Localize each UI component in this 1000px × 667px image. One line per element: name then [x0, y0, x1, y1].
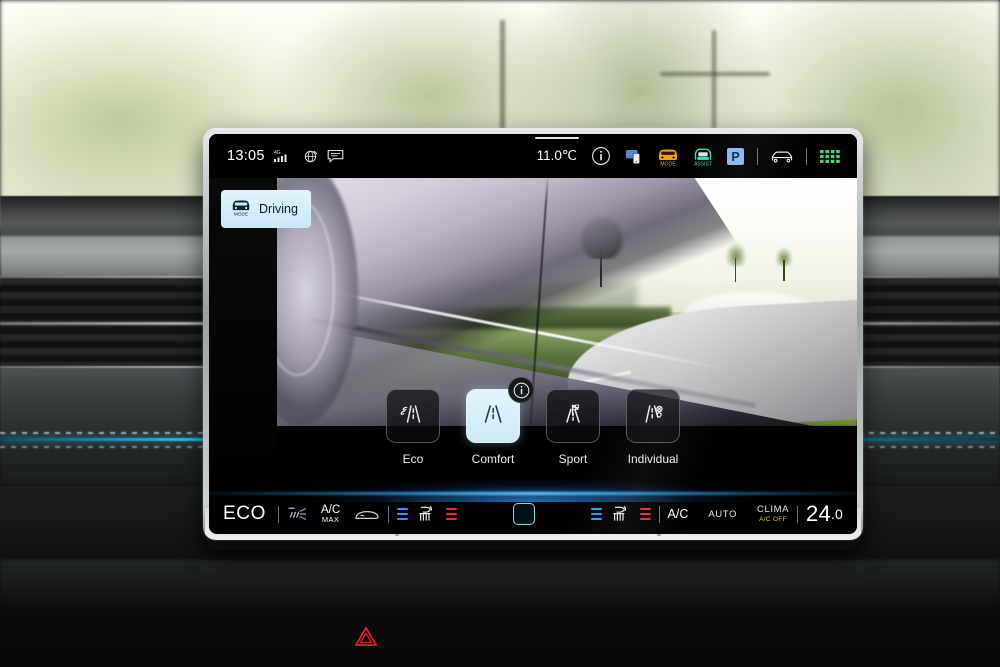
drive-mode-sport[interactable]: Sport — [545, 389, 601, 466]
roadside-tree — [775, 247, 794, 282]
drive-mode-individual-tile[interactable] — [626, 389, 680, 443]
left-heated-seat-icon[interactable] — [417, 505, 437, 523]
drive-mode-eco[interactable]: Eco — [385, 389, 441, 466]
temperature-decimal: .0 — [830, 506, 843, 522]
hazard-triangle-icon[interactable] — [355, 627, 377, 646]
comfort-road-icon — [478, 401, 508, 432]
front-defrost-icon[interactable] — [354, 507, 380, 522]
vehicle-front-icon[interactable] — [770, 148, 794, 164]
drive-mode-eco-label: Eco — [402, 452, 424, 466]
ac-max-button[interactable]: A/C MAX — [321, 504, 340, 524]
infotainment-housing: 13:05 4G 11.0℃ MODE ASSIST P MODE Drivin… — [203, 128, 863, 540]
drive-mode-sport-label: Sport — [558, 452, 588, 466]
message-bubble-icon[interactable] — [327, 149, 344, 163]
right-seat-heating-bars-icon[interactable] — [639, 507, 651, 521]
sport-flag-road-icon — [558, 401, 588, 432]
mode-car-icon: MODE — [230, 197, 252, 221]
divider — [277, 505, 279, 523]
divider — [806, 147, 807, 165]
left-seat-heating-bars-icon[interactable] — [446, 507, 458, 521]
drive-mode-info-button[interactable] — [508, 377, 534, 403]
svg-text:MODE: MODE — [234, 211, 248, 216]
phone-projection-icon[interactable] — [625, 147, 645, 165]
center-console-lip — [0, 560, 1000, 606]
window-square-icon[interactable] — [512, 503, 535, 525]
signal-bars-icon[interactable]: 4G — [273, 148, 294, 164]
globe-icon[interactable] — [303, 149, 318, 164]
svg-text:ASSIST: ASSIST — [694, 161, 712, 166]
driving-mode-tab[interactable]: MODE Driving — [221, 190, 311, 228]
ac-button[interactable]: A/C — [668, 507, 689, 521]
clock: 13:05 — [227, 148, 265, 164]
assist-icon[interactable]: ASSIST — [691, 146, 715, 166]
rear-defrost-icon[interactable] — [287, 506, 307, 522]
drive-mode-selector: Eco Comfort Sport Individual — [209, 377, 857, 466]
ac-max-line2: MAX — [321, 515, 340, 524]
park-p-icon[interactable]: P — [726, 147, 745, 166]
tab-label: Driving — [259, 202, 298, 216]
temperature-value[interactable]: 24.0 — [806, 501, 843, 527]
svg-text:P: P — [731, 150, 739, 164]
clima-label: CLIMA — [757, 503, 790, 515]
drive-mode-eco-tile[interactable] — [386, 389, 440, 443]
drive-mode-comfort[interactable]: Comfort — [465, 377, 534, 466]
left-seat-ventilation-bars-icon[interactable] — [397, 507, 409, 521]
clima-status-badge: A/C OFF — [759, 515, 787, 523]
individual-gear-road-icon — [638, 401, 668, 432]
right-heated-seat-icon[interactable] — [611, 505, 631, 523]
apps-grid-icon[interactable] — [819, 148, 841, 165]
tree-branch — [660, 72, 770, 76]
drive-mode-icon[interactable]: MODE — [656, 146, 680, 166]
drag-handle[interactable] — [534, 137, 579, 140]
right-seat-ventilation-bars-icon[interactable] — [590, 507, 602, 521]
divider — [757, 147, 758, 165]
auto-button[interactable]: AUTO — [708, 509, 737, 520]
climate-control-bar: ECO A/C MAX A/C AUTO CLIMA A/C OFF 24 .0 — [209, 472, 857, 534]
temperature-integer: 24 — [806, 501, 831, 526]
svg-text:MODE: MODE — [660, 161, 676, 166]
drive-mode-individual[interactable]: Individual — [625, 389, 681, 466]
clima-button[interactable]: CLIMA A/C OFF — [757, 503, 790, 524]
eco-leaf-road-icon — [398, 401, 428, 432]
infotainment-screen[interactable]: 13:05 4G 11.0℃ MODE ASSIST P MODE Drivin… — [209, 134, 857, 534]
car-interior-scene: 13:05 4G 11.0℃ MODE ASSIST P MODE Drivin… — [0, 0, 1000, 667]
drive-mode-comfort-label: Comfort — [471, 452, 515, 466]
drive-mode-sport-tile[interactable] — [546, 389, 600, 443]
eco-button[interactable]: ECO — [223, 503, 266, 525]
status-bar: 13:05 4G 11.0℃ MODE ASSIST P — [209, 134, 857, 178]
info-circle-icon[interactable] — [591, 146, 611, 166]
svg-text:4G: 4G — [274, 150, 281, 156]
main-content-area: MODE Driving Eco Comfort Sport Individua… — [209, 178, 857, 494]
drive-mode-individual-label: Individual — [627, 452, 679, 466]
outside-temperature: 11.0℃ — [534, 137, 579, 164]
